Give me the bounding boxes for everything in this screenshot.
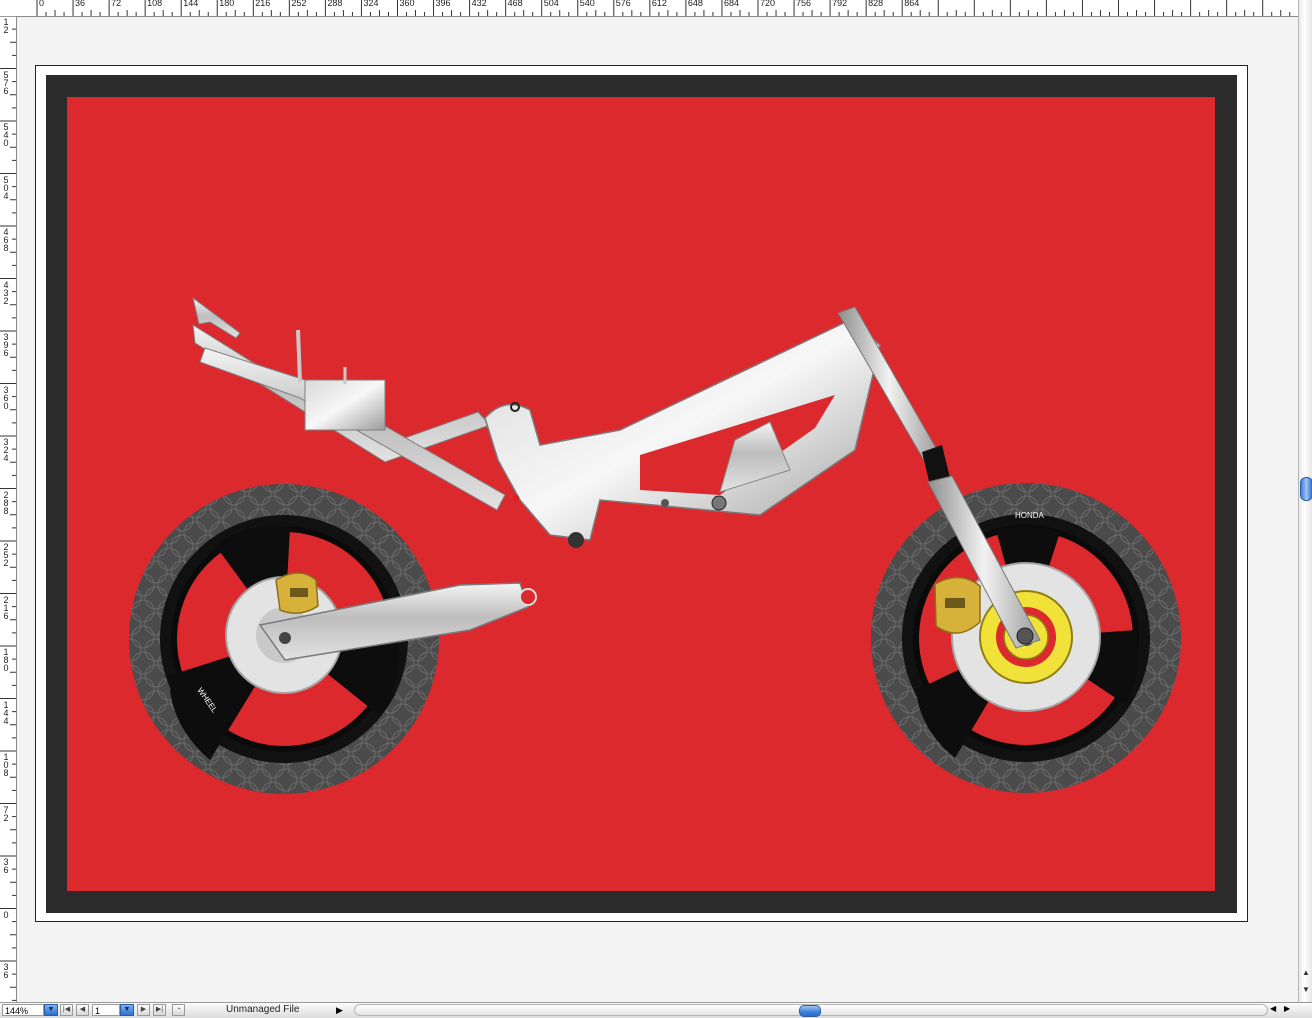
vertical-scroll-thumb[interactable] <box>1300 477 1312 501</box>
motorcycle-illustration[interactable]: WHEEL HONDA <box>0 0 1298 1002</box>
status-menu-icon[interactable]: ◔ <box>172 1004 185 1016</box>
first-page-icon[interactable]: |◀ <box>60 1004 73 1016</box>
status-bar: 144% ▼ |◀ ◀ 1 ▼ ▶ ▶| ◔ Unmanaged File ▶ … <box>0 1002 1312 1018</box>
page-dropdown-icon[interactable]: ▼ <box>120 1004 134 1016</box>
horizontal-scrollbar[interactable] <box>354 1004 1268 1017</box>
zoom-field[interactable]: 144% <box>2 1004 44 1016</box>
zoom-dropdown-icon[interactable]: ▼ <box>44 1004 58 1016</box>
last-page-icon[interactable]: ▶| <box>153 1004 166 1016</box>
scroll-down-arrow-icon[interactable]: ▼ <box>1302 985 1310 994</box>
front-wheel-label: HONDA <box>1015 511 1045 520</box>
status-menu-arrow-icon[interactable]: ▶ <box>336 1004 343 1016</box>
prev-page-icon[interactable]: ◀ <box>76 1004 89 1016</box>
scroll-right-arrow-icon[interactable]: ▶ <box>1284 1004 1290 1013</box>
vertical-scrollbar[interactable]: ▲ ▼ <box>1298 0 1312 1002</box>
front-caliper-logo <box>945 598 965 608</box>
scroll-up-arrow-icon[interactable]: ▲ <box>1302 968 1310 977</box>
next-page-icon[interactable]: ▶ <box>137 1004 150 1016</box>
caliper-logo <box>290 588 308 597</box>
page-number-field[interactable]: 1 <box>92 1004 120 1016</box>
scroll-left-arrow-icon[interactable]: ◀ <box>1270 1004 1276 1013</box>
horizontal-scroll-thumb[interactable] <box>799 1005 821 1017</box>
file-status-text: Unmanaged File <box>226 1004 300 1015</box>
